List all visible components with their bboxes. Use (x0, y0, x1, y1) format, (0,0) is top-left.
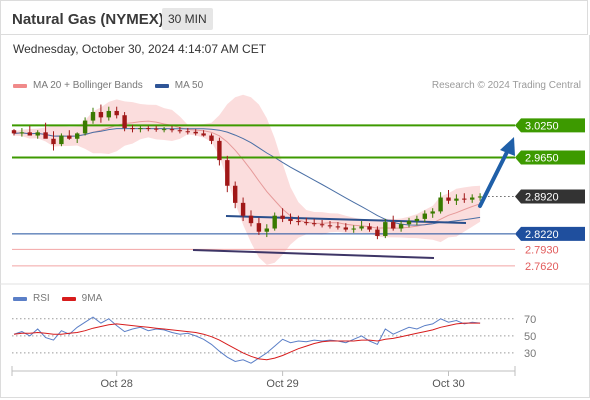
level-label-last: 2.8920 (525, 191, 559, 203)
rsi-tick-label: 30 (524, 348, 536, 360)
candle-body (177, 130, 183, 132)
candle-body (398, 224, 404, 229)
candle-body (446, 197, 451, 201)
candle-body (312, 223, 317, 225)
candle-body (201, 133, 206, 136)
candle-body (256, 223, 262, 232)
candle-body (185, 131, 190, 133)
candle-body (161, 129, 167, 131)
candle-body (59, 135, 64, 145)
candle-body (359, 226, 364, 229)
lower-channel-line (192, 249, 435, 259)
candle-body (248, 215, 254, 224)
candle-body (327, 225, 333, 227)
candle-body (422, 213, 427, 219)
candle-body (288, 218, 293, 222)
candle-body (264, 228, 269, 232)
candle-body (304, 222, 309, 224)
candle-body (454, 198, 459, 201)
candle-body (98, 112, 104, 118)
candle-body (272, 215, 277, 229)
candle-body (75, 133, 80, 139)
candle-body (90, 112, 96, 121)
candle-body (391, 222, 396, 229)
level-label-support: 2.8220 (525, 229, 559, 241)
candle-body (27, 132, 32, 136)
candle-body (414, 218, 420, 222)
candle-body (19, 132, 25, 134)
level-label-secondary_support: 2.7620 (525, 261, 559, 273)
rsi-line (13, 316, 481, 364)
candle-body (130, 128, 135, 130)
candle-body (122, 115, 127, 129)
x-tick-label: Oct 29 (266, 378, 298, 390)
candle-body (209, 135, 214, 141)
rsi-tick-label: 50 (524, 331, 536, 343)
candle-body (154, 128, 159, 130)
candle-body (296, 221, 301, 223)
candle-body (138, 128, 143, 130)
candle-body (470, 197, 475, 200)
candle-body (106, 110, 111, 118)
candle-body (319, 224, 325, 226)
candle-body (193, 131, 198, 134)
candle-body (225, 160, 230, 186)
candle-body (383, 222, 388, 236)
level-label-secondary_support: 2.7930 (525, 244, 559, 256)
candle-body (477, 196, 483, 198)
candle-body (146, 128, 151, 130)
candle-body (430, 211, 435, 214)
candle-body (11, 130, 17, 134)
candle-body (406, 221, 412, 225)
rsi-9ma-line (13, 322, 481, 361)
candle-body (240, 202, 246, 216)
candle-body (67, 135, 72, 139)
bollinger-band-fill (14, 94, 481, 265)
candle-body (233, 185, 238, 203)
candle-body (343, 227, 348, 230)
candle-body (217, 140, 222, 161)
x-tick-label: Oct 30 (432, 378, 464, 390)
candle-body (351, 228, 356, 230)
candle-body (462, 198, 467, 200)
candle-body (280, 215, 285, 219)
candle-body (35, 132, 40, 136)
candle-body (375, 229, 380, 236)
candle-body (169, 129, 175, 131)
candle-body (438, 197, 443, 212)
candle-body (82, 120, 88, 134)
level-label-resistance: 3.0250 (525, 120, 559, 132)
x-tick-label: Oct 28 (100, 378, 132, 390)
candle-body (335, 226, 341, 228)
rsi-tick-label: 70 (524, 314, 536, 326)
level-label-resistance: 2.9650 (525, 152, 559, 164)
candle-body (51, 138, 56, 145)
candle-body (114, 110, 119, 116)
candle-body (43, 132, 48, 139)
price-chart: 3.0250 2.9650 2.8920 2.8220 2.7930 2.7620 70 50… (0, 94, 590, 390)
candle-body (367, 226, 372, 230)
